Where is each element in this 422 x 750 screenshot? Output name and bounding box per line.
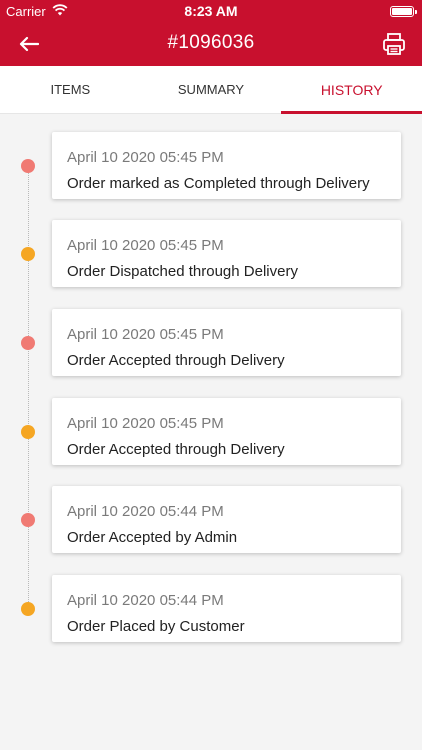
history-card: April 10 2020 05:45 PM Order Dispatched … [52, 220, 401, 287]
tab-items[interactable]: ITEMS [0, 66, 141, 113]
printer-icon [383, 33, 405, 55]
timeline-dot [21, 425, 35, 439]
tab-summary[interactable]: SUMMARY [141, 66, 282, 113]
history-card: April 10 2020 05:45 PM Order marked as C… [52, 132, 401, 199]
history-event: Order Accepted through Delivery [67, 441, 285, 458]
history-date: April 10 2020 05:45 PM [67, 237, 224, 254]
status-time: 8:23 AM [184, 3, 238, 19]
history-event: Order Accepted through Delivery [67, 352, 285, 369]
timeline-dot [21, 247, 35, 261]
tab-bar: ITEMS SUMMARY HISTORY [0, 66, 422, 114]
history-card: April 10 2020 05:45 PM Order Accepted th… [52, 398, 401, 465]
tab-summary-label: SUMMARY [177, 82, 245, 97]
history-event: Order Dispatched through Delivery [67, 263, 298, 280]
tab-history[interactable]: HISTORY [281, 66, 422, 114]
timeline-dot [21, 159, 35, 173]
app-header: Carrier 8:23 AM #1096036 [0, 0, 422, 66]
history-timeline: April 10 2020 05:45 PM Order marked as C… [0, 114, 422, 750]
history-date: April 10 2020 05:45 PM [67, 149, 224, 166]
history-date: April 10 2020 05:45 PM [67, 326, 224, 343]
history-event: Order Accepted by Admin [67, 529, 238, 546]
history-date: April 10 2020 05:44 PM [67, 503, 224, 520]
battery-icon [390, 6, 417, 17]
history-event: Order marked as Completed through Delive… [67, 175, 370, 192]
history-date: April 10 2020 05:45 PM [67, 415, 224, 432]
tab-items-label: ITEMS [50, 82, 91, 97]
history-event: Order Placed by Customer [67, 618, 245, 635]
status-bar: Carrier 8:23 AM [0, 0, 422, 22]
history-date: April 10 2020 05:44 PM [67, 592, 224, 609]
timeline-dot [21, 513, 35, 527]
print-button[interactable] [380, 30, 408, 58]
timeline-line [28, 166, 29, 610]
navigation-bar: #1096036 [0, 22, 422, 66]
order-number-title: #1096036 [167, 32, 255, 53]
history-card: April 10 2020 05:45 PM Order Accepted th… [52, 309, 401, 376]
timeline-dot [21, 602, 35, 616]
timeline-dot [21, 336, 35, 350]
history-card: April 10 2020 05:44 PM Order Accepted by… [52, 486, 401, 553]
tab-history-label: HISTORY [320, 81, 383, 98]
history-card: April 10 2020 05:44 PM Order Placed by C… [52, 575, 401, 642]
